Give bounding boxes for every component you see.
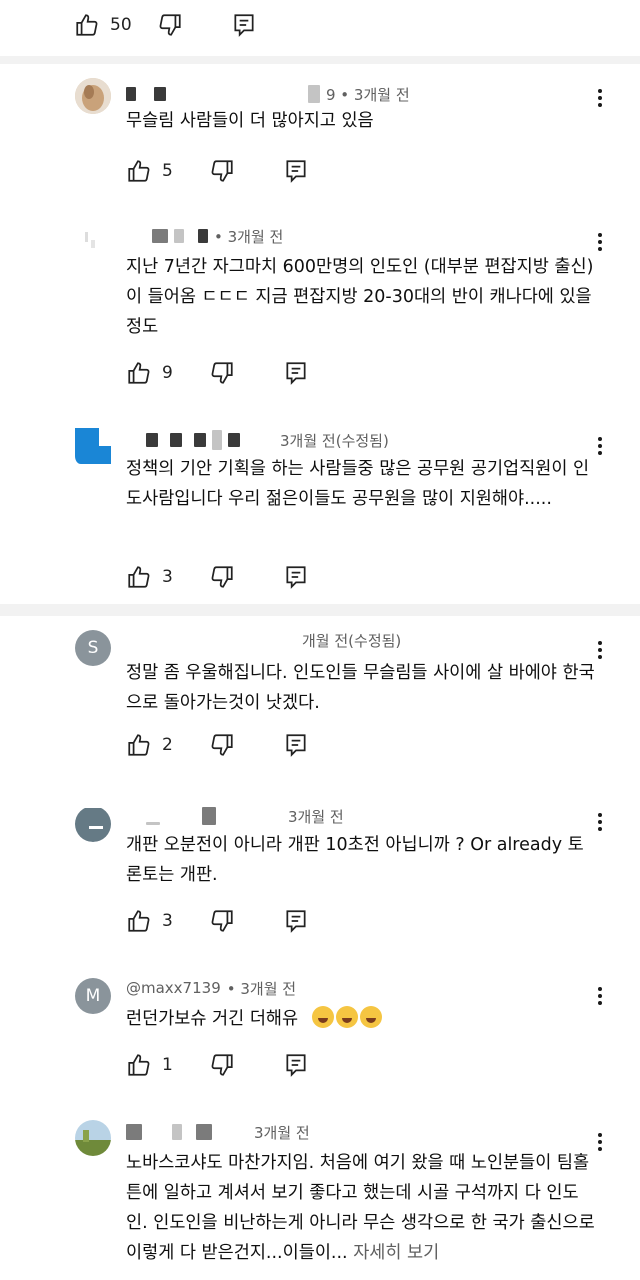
like-button[interactable]: 50 <box>74 12 132 38</box>
laughing-emoji-icon <box>311 1006 334 1028</box>
like-button[interactable]: 3 <box>126 564 173 590</box>
thumbs-up-icon <box>76 14 98 36</box>
like-button[interactable]: 9 <box>126 360 173 386</box>
dislike-button[interactable] <box>209 158 235 184</box>
like-count: 1 <box>162 1055 173 1075</box>
comment-text: 런던가보슈 거긴 더해유 <box>126 1004 596 1034</box>
comment-time: 3개월 전(수정됨) <box>280 431 389 450</box>
comment-meta: 3개월 전 <box>126 804 344 828</box>
comment-text: 정말 좀 우울해집니다. 인도인들 무슬림들 사이에 살 바에야 한국으로 돌아… <box>126 663 595 713</box>
thumbs-down-icon <box>211 910 233 932</box>
reply-icon <box>286 1054 306 1077</box>
comment-time: • 3개월 전 <box>226 979 297 998</box>
thumbs-down-icon <box>211 734 233 756</box>
read-more-link[interactable]: 자세히 보기 <box>353 1243 439 1263</box>
thumbs-down-icon <box>211 1054 233 1076</box>
reply-button[interactable] <box>283 158 309 184</box>
thumbs-up-icon <box>128 566 150 588</box>
comment-meta: 3개월 전 <box>126 1120 310 1144</box>
like-button[interactable]: 2 <box>126 732 173 758</box>
reply-button[interactable] <box>283 732 309 758</box>
like-button[interactable]: 1 <box>126 1052 173 1078</box>
like-count: 5 <box>162 161 173 181</box>
reply-button[interactable] <box>283 564 309 590</box>
like-button[interactable]: 3 <box>126 908 173 934</box>
like-count: 3 <box>162 567 173 587</box>
reply-icon <box>286 362 306 385</box>
like-count: 2 <box>162 735 173 755</box>
laughing-emoji-icon <box>359 1006 382 1028</box>
dislike-button[interactable] <box>209 564 235 590</box>
avatar[interactable] <box>75 428 111 464</box>
reply-icon <box>286 160 306 183</box>
comment-text: 무슬림 사람들이 더 많아지고 있음 <box>126 111 374 131</box>
comment-text: 지난 7년간 자그마치 600만명의 인도인 (대부분 편잡지방 출신)이 들어… <box>126 257 594 337</box>
thumbs-up-icon <box>128 910 150 932</box>
reply-icon <box>286 910 306 933</box>
laughing-emoji-icon <box>335 1006 358 1028</box>
reply-button[interactable] <box>283 360 309 386</box>
comment-text: 정책의 기안 기획을 하는 사람들중 많은 공무원 공기업직원이 인도사람입니다… <box>126 459 590 509</box>
dislike-button[interactable] <box>209 360 235 386</box>
comment-time: 개월 전(수정됨) <box>302 631 402 650</box>
thumbs-up-icon <box>128 1054 150 1076</box>
dislike-button[interactable] <box>157 12 183 38</box>
like-count: 3 <box>162 911 173 931</box>
reply-icon <box>234 14 254 37</box>
avatar-letter: M <box>85 986 101 1006</box>
thumbs-down-icon <box>159 14 181 36</box>
comment-meta: 개월 전(수정됨) <box>126 628 401 652</box>
comment-meta: 3개월 전(수정됨) <box>126 428 389 452</box>
reply-button[interactable] <box>283 908 309 934</box>
comment-meta: • 3개월 전 <box>126 224 283 248</box>
dislike-button[interactable] <box>209 1052 235 1078</box>
comment-time: 3개월 전 <box>254 1123 310 1142</box>
like-button[interactable]: 5 <box>126 158 173 184</box>
avatar[interactable]: M <box>75 978 111 1014</box>
comment-author[interactable]: @maxx7139 <box>126 979 221 997</box>
avatar[interactable] <box>75 78 111 114</box>
comment-text-body: 런던가보슈 거긴 더해유 <box>126 1009 299 1029</box>
comment-text: 개판 오분전이 아니라 개판 10초전 아닙니까 ? Or already 토론… <box>126 835 584 885</box>
comment-text: 노바스코샤도 마찬가지임. 처음에 여기 왔을 때 노인분들이 팀홀튼에 일하고… <box>126 1148 596 1268</box>
dislike-button[interactable] <box>209 908 235 934</box>
reply-button[interactable] <box>283 1052 309 1078</box>
thumbs-down-icon <box>211 160 233 182</box>
thumbs-down-icon <box>211 566 233 588</box>
avatar[interactable] <box>75 226 111 262</box>
comment-time: 9 • 3개월 전 <box>326 85 410 104</box>
thumbs-up-icon <box>128 160 150 182</box>
reply-icon <box>286 566 306 589</box>
avatar[interactable]: S <box>75 630 111 666</box>
reply-icon <box>286 734 306 757</box>
like-count: 9 <box>162 363 173 383</box>
section-separator <box>0 56 640 64</box>
thumbs-up-icon <box>128 362 150 384</box>
comment-time: • 3개월 전 <box>214 227 284 246</box>
avatar[interactable] <box>75 806 111 842</box>
section-separator <box>0 604 640 616</box>
comment-meta: @maxx7139 • 3개월 전 <box>126 976 296 1000</box>
like-count: 50 <box>110 15 132 35</box>
comment-time: 3개월 전 <box>288 807 344 826</box>
reply-button[interactable] <box>231 12 257 38</box>
comment-meta: 9 • 3개월 전 <box>126 82 410 106</box>
avatar[interactable] <box>75 1120 111 1156</box>
thumbs-up-icon <box>128 734 150 756</box>
avatar-letter: S <box>87 638 99 658</box>
thumbs-down-icon <box>211 362 233 384</box>
dislike-button[interactable] <box>209 732 235 758</box>
